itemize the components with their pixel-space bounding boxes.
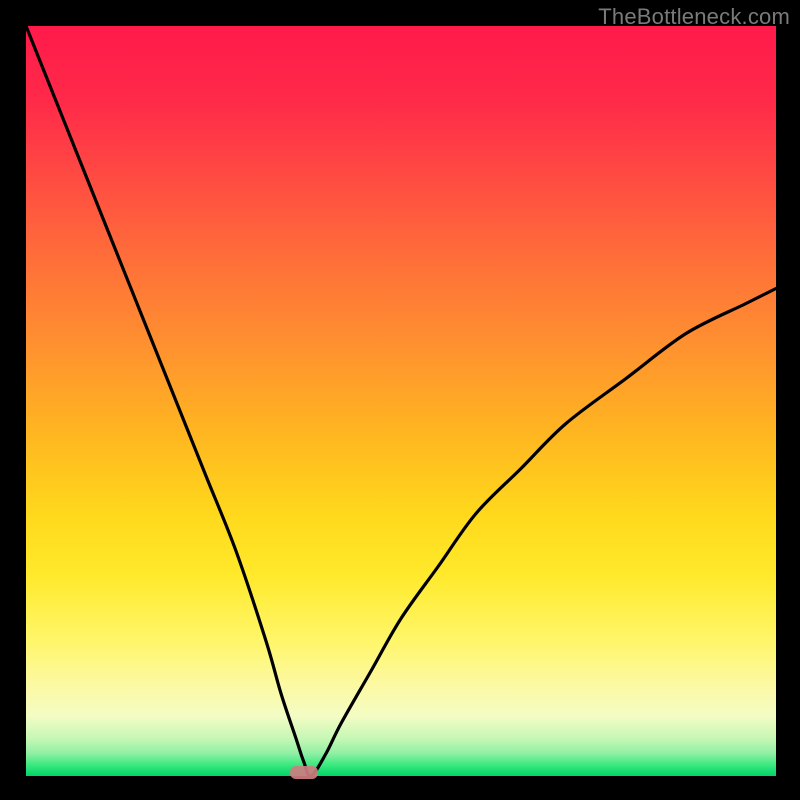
optimal-point-marker — [290, 766, 318, 779]
chart-frame: TheBottleneck.com — [0, 0, 800, 800]
bottleneck-curve — [26, 26, 776, 776]
plot-area — [26, 26, 776, 776]
